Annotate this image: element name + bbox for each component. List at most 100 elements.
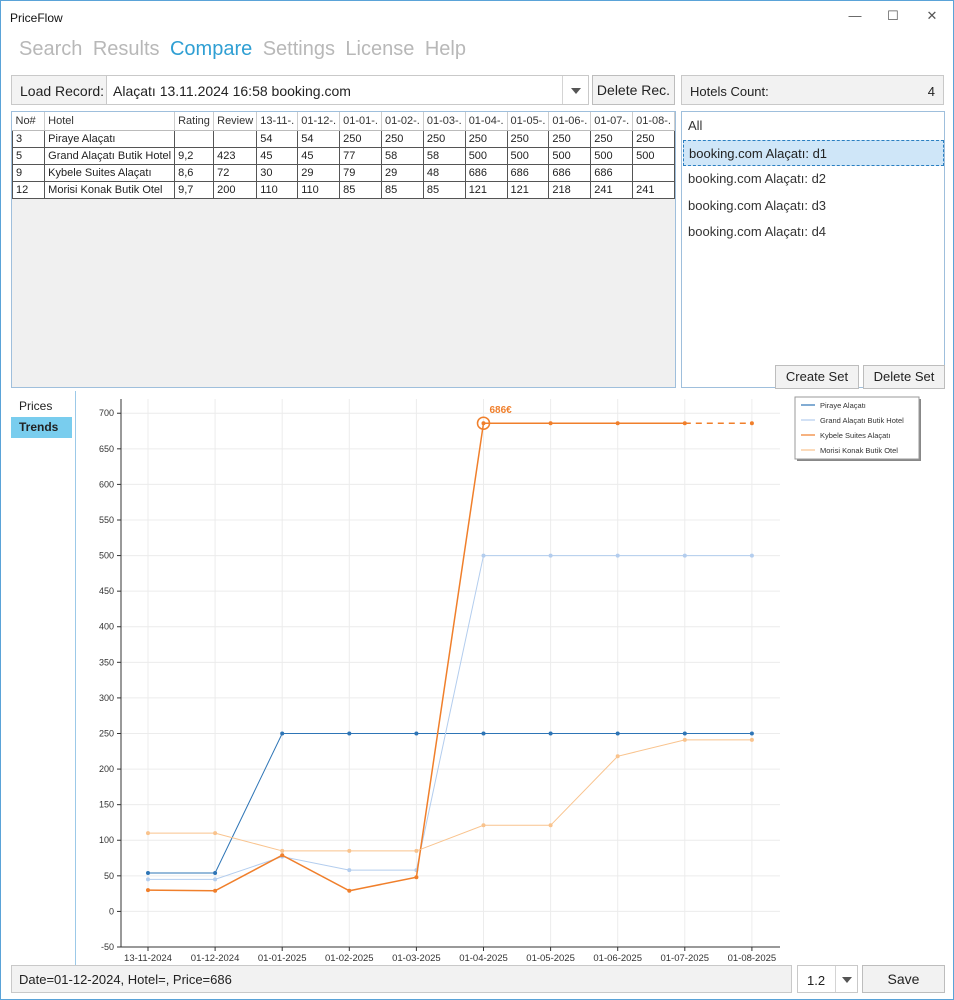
table-cell (174, 130, 215, 148)
table-cell (213, 130, 258, 148)
x-tick-label: 01-12-2024 (191, 953, 240, 964)
column-header[interactable]: 01-07-. (590, 112, 634, 131)
data-point (548, 731, 553, 736)
minimize-icon[interactable]: — (834, 1, 876, 31)
data-point (615, 553, 620, 558)
data-point (749, 553, 754, 558)
x-tick-label: 01-07-2025 (660, 953, 709, 964)
column-header[interactable]: Rating (174, 112, 215, 131)
table-cell: 5 (12, 147, 46, 165)
table-cell: 500 (590, 147, 634, 165)
column-header[interactable]: 13-11-. (256, 112, 299, 131)
data-point (615, 754, 620, 759)
table-cell: 85 (381, 181, 424, 199)
table-cell: 12 (12, 181, 46, 199)
table-cell: 200 (213, 181, 258, 199)
table-cell: 500 (507, 147, 550, 165)
results-table: No# Hotel Rating Review 13-11-. 01-12-. 01-01-… (12, 112, 675, 199)
hotels-count-value: 4 (927, 84, 935, 99)
y-tick-label: 700 (99, 408, 114, 418)
y-tick-label: 200 (99, 764, 114, 774)
delete-record-button[interactable]: Delete Rec. (592, 75, 675, 105)
column-header[interactable]: 01-05-. (507, 112, 550, 131)
table-cell: 9,2 (174, 147, 215, 165)
column-header[interactable]: 01-08-. (632, 112, 675, 131)
set-item-all[interactable]: All (683, 113, 944, 139)
table-cell: 250 (507, 130, 550, 148)
y-tick-label: 400 (99, 622, 114, 632)
x-tick-label: 01-01-2025 (258, 953, 307, 964)
column-header[interactable]: Review (213, 112, 258, 131)
menu-compare[interactable]: Compare (170, 38, 252, 60)
menu-search[interactable]: Search (19, 38, 82, 60)
column-header[interactable]: 01-12-. (297, 112, 341, 131)
column-header[interactable]: 01-04-. (465, 112, 508, 131)
column-header[interactable]: 01-02-. (381, 112, 424, 131)
data-point (615, 731, 620, 736)
menu-results[interactable]: Results (93, 38, 160, 60)
y-tick-label: 650 (99, 444, 114, 454)
column-header[interactable]: Hotel (44, 112, 176, 131)
save-button[interactable]: Save (862, 965, 945, 993)
data-point (146, 870, 150, 875)
data-point (280, 853, 285, 858)
sets-list[interactable]: All booking.com Alaçatı: d1 booking.com Al… (681, 111, 945, 389)
x-tick-label: 01-05-2025 (526, 953, 575, 964)
menu-license[interactable]: License (345, 38, 414, 60)
table-cell: 54 (297, 130, 341, 148)
table-cell: 45 (256, 147, 299, 165)
maximize-icon[interactable]: ☐ (872, 1, 914, 31)
load-record-select[interactable]: Alaçatı 13.11.2024 16:58 booking.com (106, 75, 589, 105)
trends-chart[interactable]: -50 0 50 100 150 200 250 300 350 400 450 500 550 600 6… (77, 391, 947, 965)
create-set-button[interactable]: Create Set (775, 365, 859, 389)
table-row[interactable]: 12 Morisi Konak Butik Otel 9,7 200 110 110 85 8… (12, 181, 675, 199)
set-item[interactable]: booking.com Alaçatı: d3 (683, 193, 944, 219)
menu-settings[interactable]: Settings (263, 38, 335, 60)
column-header[interactable]: No# (12, 112, 46, 131)
table-row[interactable]: 5 Grand Alaçatı Butik Hotel 9,2 423 45 45 77 58… (12, 147, 675, 165)
close-icon[interactable]: ✕ (911, 1, 953, 31)
data-point (481, 823, 486, 828)
menu-help[interactable]: Help (425, 38, 466, 60)
data-point (749, 731, 754, 736)
set-item[interactable]: booking.com Alaçatı: d4 (683, 219, 944, 245)
data-point (682, 731, 687, 736)
data-point (146, 888, 150, 893)
data-point (481, 421, 486, 426)
table-row[interactable]: 9 Kybele Suites Alaçatı 8,6 72 30 29 79 29 48 686… (12, 164, 675, 182)
set-item[interactable]: booking.com Alaçatı: d2 (683, 166, 944, 192)
table-row[interactable]: 3 Piraye Alaçatı 54 54 250 250 250 250 250 250 250… (12, 130, 675, 148)
chevron-down-icon[interactable] (562, 76, 588, 104)
table-cell: 241 (632, 181, 675, 199)
table-cell: 250 (423, 130, 466, 148)
zoom-select[interactable]: 1.2 (797, 965, 858, 993)
legend-label: Kybele Suites Alaçatı (820, 431, 890, 440)
status-text: Date=01-12-2024, Hotel=, Price=686 (19, 972, 232, 987)
table-cell: 500 (632, 147, 675, 165)
set-item[interactable]: booking.com Alaçatı: d1 (683, 139, 944, 166)
x-tick-label: 01-02-2025 (325, 953, 374, 964)
y-tick-label: 50 (104, 871, 114, 881)
y-tick-label: 300 (99, 693, 114, 703)
tab-prices[interactable]: Prices (11, 396, 72, 417)
tab-trends[interactable]: Trends (11, 417, 72, 438)
chart-series: 686€ (146, 405, 754, 893)
y-tick-label: 0 (109, 906, 114, 916)
column-header[interactable]: 01-06-. (548, 112, 592, 131)
table-cell: 48 (423, 164, 466, 182)
table-cell: 250 (339, 130, 382, 148)
table-cell: 121 (465, 181, 508, 199)
y-tick-label: 500 (99, 551, 114, 561)
x-tick-label: 01-03-2025 (392, 953, 441, 964)
column-header[interactable]: 01-03-. (423, 112, 466, 131)
data-point (213, 888, 218, 893)
table-cell: 29 (381, 164, 424, 182)
table-cell: 3 (12, 130, 46, 148)
results-grid[interactable]: No# Hotel Rating Review 13-11-. 01-12-. 01-01-… (11, 111, 676, 388)
column-header[interactable]: 01-01-. (339, 112, 382, 131)
table-cell: 500 (548, 147, 592, 165)
main-menu: Search Results Compare Settings License … (19, 38, 472, 64)
delete-set-button[interactable]: Delete Set (863, 365, 945, 389)
chevron-down-icon[interactable] (835, 966, 857, 992)
table-cell: 686 (590, 164, 634, 182)
